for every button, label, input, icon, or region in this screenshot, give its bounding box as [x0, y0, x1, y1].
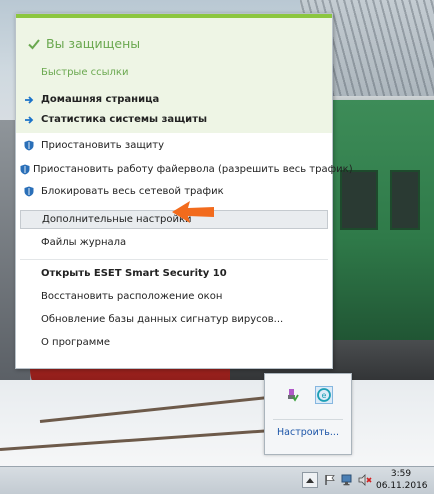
menu-item-restore-windows[interactable]: Восстановить расположение окон [20, 287, 328, 306]
tray-overflow-icons: e [283, 386, 333, 404]
clock-date: 06.11.2016 [376, 481, 428, 491]
volume-muted-icon[interactable] [357, 472, 373, 488]
menu-item-label: Обновление базы данных сигнатур вирусов.… [41, 314, 284, 325]
menu-accent-bar [16, 14, 332, 18]
menu-item-label: Домашняя страница [41, 94, 160, 105]
arrow-right-icon [20, 90, 38, 109]
protection-status: Вы защищены [28, 36, 140, 51]
menu-item-pause-firewall[interactable]: Приостановить работу файервола (разрешит… [20, 160, 353, 179]
menu-item-label: Дополнительные настройки [42, 214, 192, 225]
check-icon [28, 38, 40, 49]
clock-time: 3:59 [390, 469, 412, 479]
network-icon[interactable] [340, 472, 356, 488]
menu-item-log-files[interactable]: Файлы журнала [20, 233, 328, 252]
chevron-up-icon [306, 478, 314, 483]
train-window [340, 170, 378, 230]
menu-item-label: Приостановить защиту [41, 140, 164, 151]
shield-icon [20, 182, 38, 201]
menu-item-label: Статистика системы защиты [41, 114, 208, 125]
menu-item-label: О программе [41, 337, 111, 348]
train-window [390, 170, 420, 230]
shield-icon [20, 160, 30, 179]
menu-item-about[interactable]: О программе [20, 333, 328, 352]
menu-item-protection-statistics[interactable]: Статистика системы защиты [20, 110, 328, 129]
eset-tray-menu: Вы защищены Быстрые ссылки Домашняя стра… [15, 13, 353, 369]
menu-item-label: Восстановить расположение окон [41, 291, 223, 302]
taskbar-clock[interactable]: 3:59 06.11.2016 [376, 468, 428, 492]
menu-item-label: Блокировать весь сетевой трафик [41, 186, 224, 197]
flyout-separator [273, 419, 343, 420]
taskbar: 3:59 06.11.2016 [0, 466, 434, 494]
status-text: Вы защищены [46, 36, 141, 51]
menu-item-open-app[interactable]: Открыть ESET Smart Security 10 [20, 264, 328, 283]
menu-item-label: Приостановить работу файервола (разрешит… [33, 164, 353, 175]
menu-item-pause-protection[interactable]: Приостановить защиту [20, 136, 328, 155]
show-hidden-icons-button[interactable] [302, 472, 318, 488]
action-center-flag-icon[interactable] [322, 472, 338, 488]
menu-item-label: Файлы журнала [41, 237, 127, 248]
arrow-right-icon [20, 110, 38, 129]
tray-overflow-flyout: e Настроить... [264, 373, 352, 455]
menu-item-update-signatures[interactable]: Обновление базы данных сигнатур вирусов.… [20, 310, 328, 329]
background-snow [0, 380, 434, 470]
shield-icon [20, 136, 38, 155]
eset-tray-icon[interactable]: e [315, 386, 333, 404]
menu-separator [20, 259, 328, 260]
annotation-arrow-icon [172, 201, 214, 223]
customize-link[interactable]: Настроить... [265, 427, 351, 438]
quick-links-title: Быстрые ссылки [41, 67, 129, 78]
svg-text:e: e [322, 391, 327, 400]
menu-item-home-page[interactable]: Домашняя страница [20, 90, 328, 109]
usb-safely-remove-icon[interactable] [283, 386, 301, 404]
menu-item-label: Открыть ESET Smart Security 10 [41, 268, 227, 279]
